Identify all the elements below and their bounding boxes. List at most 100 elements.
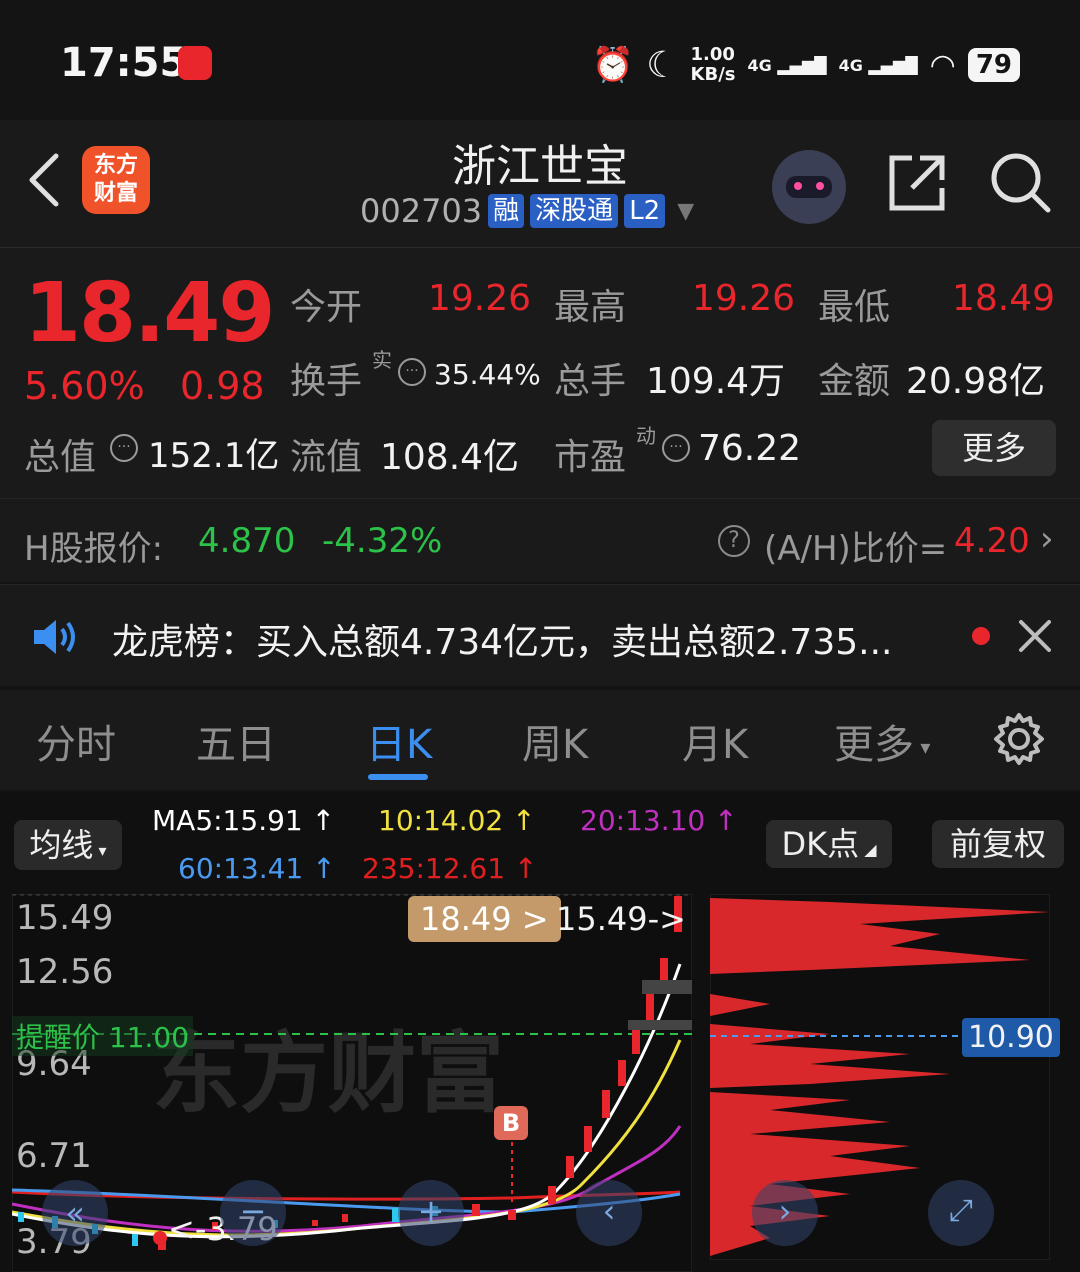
- scroll-left-fast-icon[interactable]: «: [42, 1180, 108, 1246]
- candle: [508, 1210, 516, 1220]
- current-price-tag: 18.49 >: [408, 896, 561, 942]
- active-tab-indicator: [368, 774, 428, 780]
- margin-tag: 融: [488, 194, 525, 228]
- net-speed-unit: KB/s: [690, 64, 736, 85]
- tab-five-day[interactable]: 五日: [196, 712, 276, 770]
- candle: [646, 994, 654, 1020]
- info-icon[interactable]: ···: [662, 434, 690, 462]
- tab-weekly-k[interactable]: 周K: [522, 712, 588, 770]
- pe-value: 76.22: [698, 428, 802, 469]
- candle: [548, 1186, 556, 1204]
- status-bar: 17:55 ⏰ ☾ 1.00 KB/s 4G ▂▄▆█ 4G ▂▄▆█ ◠ 79: [0, 0, 1080, 120]
- adjust-button[interactable]: 前复权: [932, 820, 1064, 868]
- help-icon[interactable]: ?: [718, 525, 750, 557]
- ma10-value: 10:14.02 ↑: [378, 804, 536, 837]
- moon-icon: ☾: [646, 44, 679, 86]
- tab-daily-k[interactable]: 日K: [366, 712, 432, 770]
- candle: [132, 1234, 138, 1246]
- change-amount: 0.98: [180, 364, 265, 408]
- signal-icon: 4G ▂▄▆█: [838, 55, 918, 75]
- float-label: 流值: [290, 437, 363, 478]
- candle: [342, 1214, 348, 1222]
- battery-icon: 79: [967, 48, 1020, 82]
- stock-code: 002703: [360, 192, 483, 230]
- close-icon[interactable]: [1018, 619, 1052, 653]
- candle: [618, 1060, 626, 1086]
- pe-label: 市盈: [554, 437, 627, 478]
- expand-icon[interactable]: ⤢: [928, 1180, 994, 1246]
- dk-point-button[interactable]: DK点 ◢: [766, 820, 892, 868]
- y-label: 12.56: [16, 952, 114, 992]
- period-tabs: 分时 五日 日K 周K 月K 更多 ▾: [0, 690, 1080, 790]
- tab-monthly-k[interactable]: 月K: [682, 712, 748, 770]
- robot-assistant-icon[interactable]: [772, 150, 846, 224]
- open-label: 今开: [290, 287, 363, 328]
- connect-tag: 深股通: [530, 194, 619, 228]
- signal-icon: 4G ▂▄▆█: [747, 55, 827, 75]
- info-icon[interactable]: ···: [398, 358, 426, 386]
- high-price-marker: 15.49->: [556, 900, 686, 938]
- high-label: 最高: [554, 287, 627, 328]
- chip-next-icon[interactable]: ›: [752, 1180, 818, 1246]
- pe-sup: 动: [636, 424, 656, 448]
- chevron-right-icon[interactable]: ›: [1040, 519, 1054, 559]
- candle: [566, 1156, 574, 1178]
- ma20-value: 20:13.10 ↑: [580, 804, 738, 837]
- hshare-change: -4.32%: [322, 521, 443, 561]
- ma-selector[interactable]: 均线 ▾: [14, 820, 122, 870]
- share-icon[interactable]: [886, 152, 948, 214]
- info-icon[interactable]: ···: [110, 434, 138, 462]
- zoom-out-icon[interactable]: −: [220, 1180, 286, 1246]
- status-time: 17:55: [60, 40, 188, 86]
- settings-gear-icon[interactable]: [992, 712, 1046, 766]
- speaker-icon: [34, 620, 75, 654]
- hshare-price: 4.870: [198, 521, 296, 561]
- stock-code-row[interactable]: 002703 融 深股通 L2 ▼: [360, 192, 694, 230]
- alert-price-label[interactable]: 提醒价 11.00: [12, 1016, 194, 1056]
- search-icon[interactable]: [988, 150, 1054, 216]
- stock-header: 东方 财富 浙江世宝 002703 融 深股通 L2 ▼: [0, 120, 1080, 248]
- float-value: 108.4亿: [380, 437, 520, 478]
- candle: [602, 1090, 610, 1118]
- notice-text: 龙虎榜：买入总额4.734亿元，卖出总额2.735...: [112, 622, 893, 663]
- amount-value: 20.98亿: [906, 361, 1046, 402]
- app-notification-icon: [178, 46, 212, 80]
- y-label: 6.71: [16, 1136, 92, 1176]
- low-value: 18.49: [952, 278, 1056, 319]
- mktcap-value: 152.1亿: [148, 436, 280, 476]
- volume-label: 总手: [554, 361, 627, 402]
- volume-value: 109.4万: [646, 361, 786, 402]
- hshare-label: H股报价:: [24, 529, 164, 569]
- kline-chart-area: 均线 ▾ MA5:15.91 ↑ 10:14.02 ↑ 20:13.10 ↑ 6…: [0, 792, 1080, 1272]
- change-percent: 5.60%: [24, 364, 145, 408]
- turnover-sup: 实: [372, 348, 392, 372]
- buy-signal-badge[interactable]: B: [494, 1106, 528, 1140]
- candle: [18, 1212, 24, 1222]
- turnover-label: 换手: [290, 361, 363, 402]
- candle: [584, 1126, 592, 1152]
- notice-bar[interactable]: 龙虎榜：买入总额4.734亿元，卖出总额2.735...: [0, 584, 1080, 686]
- wifi-icon: ◠: [929, 47, 956, 83]
- level2-tag: L2: [624, 194, 666, 228]
- alarm-icon: ⏰: [591, 45, 635, 85]
- turnover-value: 35.44%: [434, 358, 541, 391]
- ma235-value: 235:12.61 ↑: [362, 852, 538, 885]
- zoom-in-icon[interactable]: +: [398, 1180, 464, 1246]
- chip-price-label: 10.90: [962, 1018, 1060, 1057]
- high-value: 19.26: [692, 278, 796, 319]
- watermark: 东方财富: [152, 1022, 504, 1125]
- current-price: 18.49: [24, 266, 275, 361]
- tab-intraday[interactable]: 分时: [36, 712, 116, 770]
- candle: [632, 1028, 640, 1054]
- dropdown-icon[interactable]: ▼: [677, 199, 694, 224]
- tab-more[interactable]: 更多 ▾: [834, 712, 930, 770]
- ma5-value: MA5:15.91 ↑: [152, 804, 336, 837]
- hshare-bar[interactable]: H股报价: 4.870 -4.32% ? (A/H)比价= 4.20 ›: [0, 498, 1080, 582]
- ah-ratio-label: (A/H)比价=: [764, 529, 948, 569]
- mktcap-label: 总值: [24, 437, 97, 478]
- ah-ratio-value: 4.20: [954, 521, 1030, 561]
- candle: [472, 1204, 480, 1216]
- scroll-left-icon[interactable]: ‹: [576, 1180, 642, 1246]
- more-button[interactable]: 更多: [932, 420, 1056, 476]
- open-value: 19.26: [428, 278, 532, 319]
